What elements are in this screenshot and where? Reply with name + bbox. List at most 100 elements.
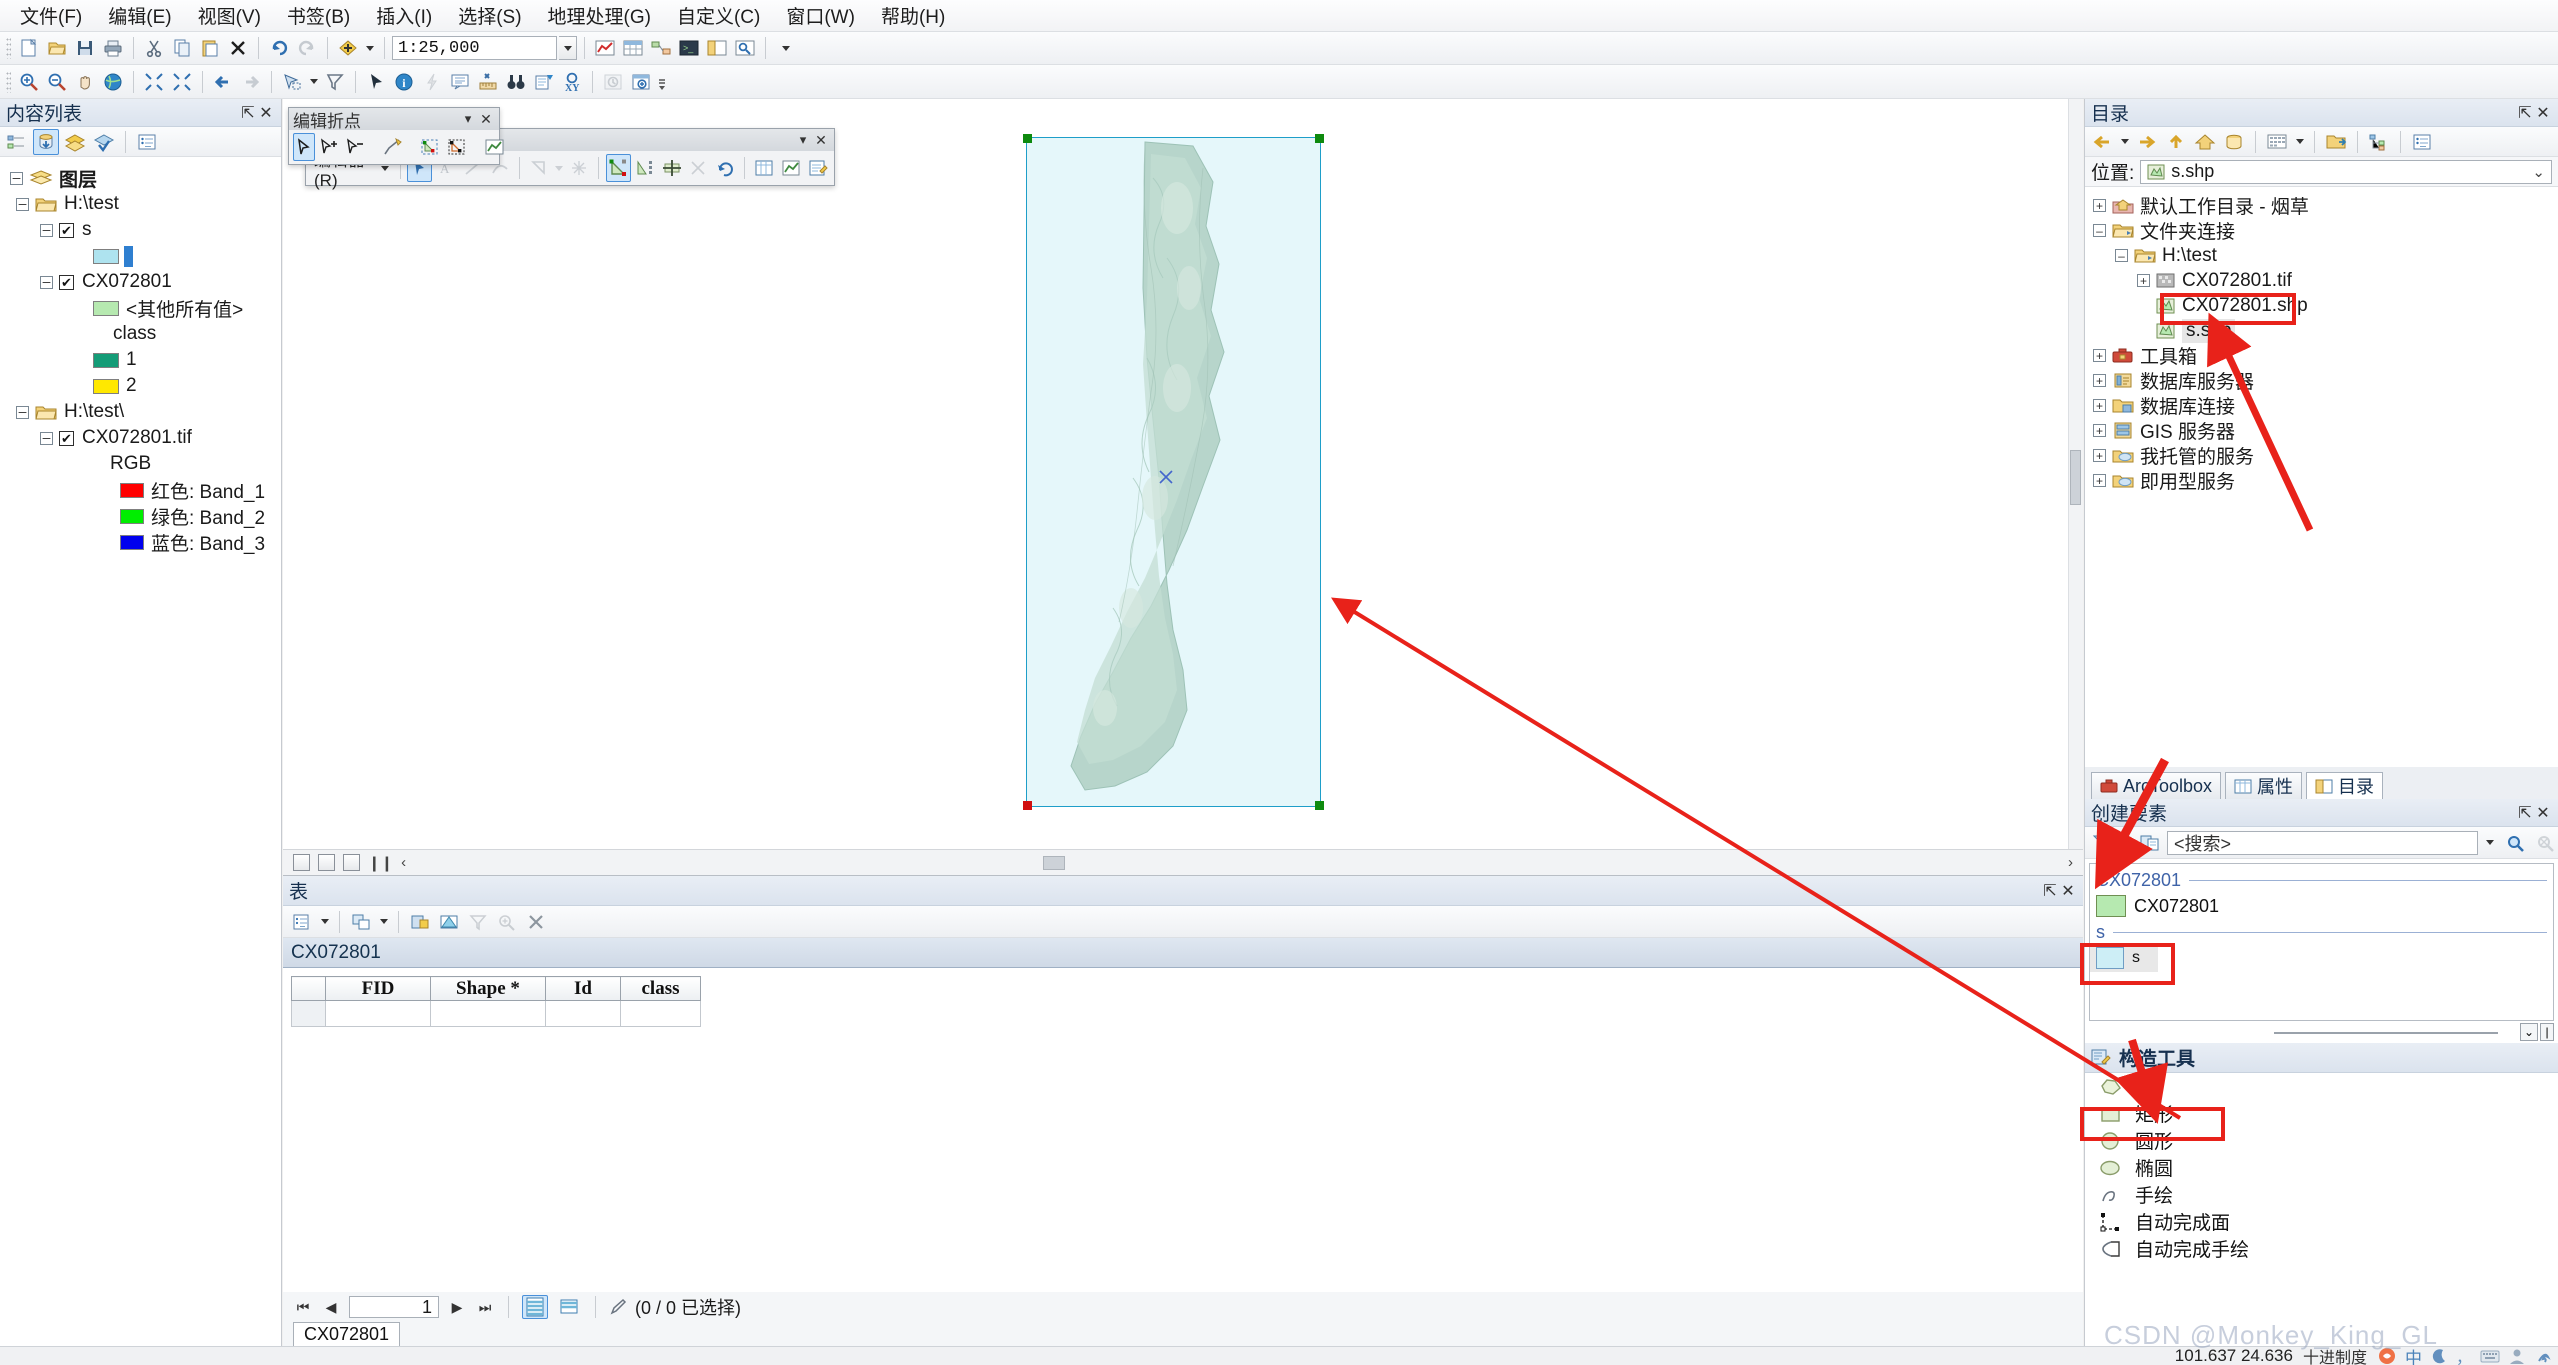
forward-icon[interactable] bbox=[2134, 129, 2160, 155]
create-features-window-icon[interactable] bbox=[805, 154, 830, 182]
expand-collapse-icon[interactable] bbox=[10, 171, 23, 185]
toc-options-icon[interactable] bbox=[134, 129, 160, 155]
ime-moon-icon[interactable] bbox=[2430, 1347, 2448, 1365]
table-row[interactable] bbox=[291, 1000, 701, 1027]
vertex-handle-top-left[interactable] bbox=[1023, 134, 1032, 143]
layer-visibility-checkbox[interactable] bbox=[59, 222, 74, 238]
current-record-input[interactable]: 1 bbox=[349, 1296, 439, 1318]
toc-group-folder2[interactable]: H:\test\ bbox=[0, 399, 281, 425]
cell-id[interactable] bbox=[545, 1000, 621, 1027]
expand-icon[interactable]: + bbox=[2093, 199, 2106, 212]
table-window-icon[interactable] bbox=[620, 35, 646, 61]
add-vertex-icon[interactable] bbox=[317, 133, 341, 161]
delete-vertex-icon[interactable] bbox=[343, 133, 367, 161]
python-window-icon[interactable]: >_ bbox=[676, 35, 702, 61]
edit-vertices-title-bar[interactable]: 编辑折点 ▾ ✕ bbox=[289, 108, 499, 131]
delete-icon[interactable] bbox=[225, 35, 251, 61]
catalog-item-gis-servers[interactable]: + GIS 服务器 bbox=[2085, 418, 2558, 443]
table-tab-row[interactable]: CX072801 bbox=[283, 938, 2083, 968]
open-icon[interactable] bbox=[44, 35, 70, 61]
data-view-icon[interactable] bbox=[293, 854, 310, 871]
default-geodatabase-icon[interactable] bbox=[2221, 129, 2247, 155]
paste-icon[interactable] bbox=[197, 35, 223, 61]
toolbar-grip[interactable] bbox=[6, 37, 11, 59]
pin-icon[interactable]: ⇱ bbox=[2516, 804, 2534, 822]
tab-catalog[interactable]: 目录 bbox=[2306, 772, 2384, 799]
ime-settings-icon[interactable] bbox=[2534, 1347, 2552, 1365]
view-details-icon[interactable] bbox=[2264, 129, 2290, 155]
collapse-icon[interactable]: – bbox=[2093, 224, 2106, 237]
sketch-graph-icon[interactable] bbox=[483, 133, 507, 161]
feature-template-list[interactable]: CX072801 CX072801 s s bbox=[2089, 863, 2554, 1021]
location-combobox[interactable]: s.shp ⌄ bbox=[2140, 159, 2552, 184]
symbol-swatch[interactable] bbox=[93, 300, 119, 316]
table-options-icon[interactable] bbox=[289, 909, 315, 935]
map-vscrollbar-thumb[interactable] bbox=[2070, 450, 2081, 505]
save-icon[interactable] bbox=[72, 35, 98, 61]
go-to-xy-icon[interactable]: XY bbox=[559, 69, 585, 95]
construction-tool-polygon[interactable]: 面 bbox=[2085, 1073, 2558, 1100]
selected-rectangle-graphic[interactable] bbox=[1023, 134, 1324, 810]
clear-selection-icon[interactable] bbox=[322, 69, 348, 95]
toc-symbol-other-values[interactable]: <其他所有值> bbox=[0, 295, 281, 321]
close-icon[interactable]: ✕ bbox=[2534, 104, 2552, 122]
reshape-dropdown-icon[interactable] bbox=[554, 154, 565, 182]
expand-collapse-icon[interactable] bbox=[40, 275, 53, 289]
expand-icon[interactable]: + bbox=[2093, 349, 2106, 362]
catalog-item-database-servers[interactable]: + 数据库服务器 bbox=[2085, 368, 2558, 393]
expand-icon[interactable]: + bbox=[2093, 449, 2106, 462]
catalog-item-default-workspace[interactable]: + 默认工作目录 - 烟草 bbox=[2085, 193, 2558, 218]
split-tool-icon[interactable] bbox=[566, 154, 591, 182]
symbol-swatch[interactable] bbox=[120, 508, 144, 524]
symbol-swatch[interactable] bbox=[93, 352, 119, 368]
filter-dropdown-icon[interactable] bbox=[2120, 830, 2133, 856]
delete-selected-icon[interactable] bbox=[523, 909, 549, 935]
create-viewer-window-icon[interactable] bbox=[628, 69, 654, 95]
menu-bookmarks[interactable]: 书签(B) bbox=[275, 0, 362, 33]
expand-icon[interactable]: + bbox=[2093, 424, 2106, 437]
toc-layer-cx072801[interactable]: CX072801 bbox=[0, 269, 281, 295]
attribute-grid[interactable]: FID Shape * Id class bbox=[283, 968, 2083, 1292]
layer-visibility-checkbox[interactable] bbox=[59, 274, 74, 290]
next-record-icon[interactable]: ▶ bbox=[447, 1297, 467, 1317]
symbol-swatch[interactable] bbox=[93, 248, 119, 264]
collapse-icon[interactable]: – bbox=[2115, 249, 2128, 262]
map-hscrollbar-thumb[interactable] bbox=[1043, 856, 1065, 870]
catalog-item-folder-connections[interactable]: – 文件夹连接 bbox=[2085, 218, 2558, 243]
close-icon[interactable]: ✕ bbox=[2534, 804, 2552, 822]
toc-symbol-class1[interactable]: 1 bbox=[0, 347, 281, 373]
list-by-source-icon[interactable] bbox=[33, 128, 59, 155]
close-icon[interactable]: ✕ bbox=[812, 131, 830, 149]
list-by-drawing-order-icon[interactable] bbox=[4, 129, 30, 155]
toc-layers-root[interactable]: 图层 bbox=[0, 165, 281, 191]
template-item-cx072801[interactable]: CX072801 bbox=[2090, 892, 2553, 920]
table-options-dropdown-icon[interactable] bbox=[318, 909, 331, 935]
tab-properties[interactable]: 属性 bbox=[2225, 772, 2303, 799]
scroll-right-icon[interactable]: › bbox=[2068, 854, 2073, 871]
menu-help[interactable]: 帮助(H) bbox=[869, 0, 957, 33]
reshape-feature-icon[interactable] bbox=[527, 154, 552, 182]
menu-selection[interactable]: 选择(S) bbox=[446, 0, 533, 33]
full-extent-globe-icon[interactable] bbox=[100, 69, 126, 95]
ime-punctuation-icon[interactable]: ， bbox=[2456, 1344, 2472, 1365]
cell-shape[interactable] bbox=[430, 1000, 546, 1027]
catalog-item-s-shp[interactable]: s.shp bbox=[2085, 318, 2558, 343]
cell-class[interactable] bbox=[620, 1000, 701, 1027]
refresh-view-icon[interactable] bbox=[343, 854, 360, 871]
menu-edit[interactable]: 编辑(E) bbox=[96, 0, 183, 33]
cell-fid[interactable] bbox=[325, 1000, 431, 1027]
select-vertices-box-icon[interactable] bbox=[419, 133, 443, 161]
catalog-item-my-hosted-services[interactable]: + 我托管的服务 bbox=[2085, 443, 2558, 468]
template-search-input[interactable]: <搜索> bbox=[2167, 830, 2478, 855]
toc-symbol-s[interactable] bbox=[0, 243, 281, 269]
sketch-properties-vertices-icon[interactable] bbox=[445, 133, 469, 161]
layer-visibility-checkbox[interactable] bbox=[59, 430, 74, 446]
rotate-icon[interactable] bbox=[713, 154, 738, 182]
clear-search-icon[interactable] bbox=[2532, 830, 2558, 856]
toc-band-blue[interactable]: 蓝色: Band_3 bbox=[0, 529, 281, 555]
back-dropdown-icon[interactable] bbox=[2118, 129, 2131, 155]
expand-collapse-icon[interactable] bbox=[40, 223, 53, 237]
attributes-window-icon[interactable] bbox=[752, 154, 777, 182]
time-slider-icon[interactable] bbox=[600, 69, 626, 95]
symbol-swatch[interactable] bbox=[93, 378, 119, 394]
